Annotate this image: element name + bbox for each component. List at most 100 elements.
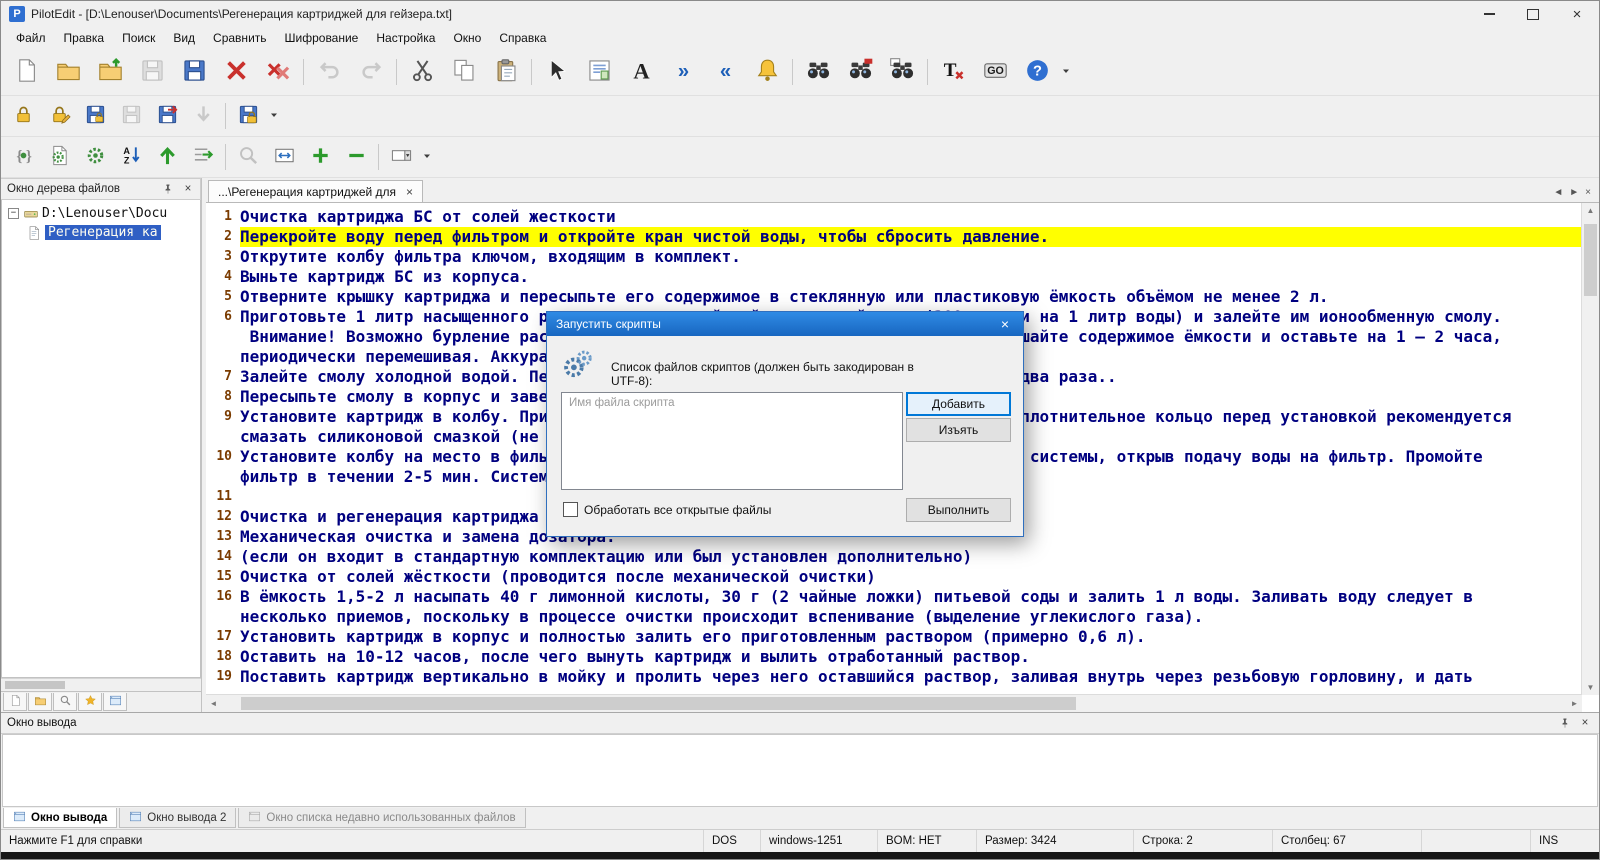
tree-item[interactable]: − D:\Lenouser\Docu bbox=[2, 204, 200, 223]
tree-tab-recent[interactable] bbox=[103, 693, 127, 711]
fit-width-button[interactable] bbox=[266, 139, 302, 175]
tree-tab-files[interactable] bbox=[3, 693, 27, 711]
combo-button[interactable] bbox=[383, 139, 419, 175]
save-button[interactable] bbox=[113, 98, 149, 134]
panel-close-icon[interactable]: × bbox=[1577, 715, 1593, 731]
menu-item-compare[interactable]: Сравнить bbox=[204, 28, 275, 48]
pin-icon[interactable] bbox=[160, 181, 176, 197]
save-export-button[interactable] bbox=[149, 98, 185, 134]
editor-line[interactable]: 17 Установить картридж в корпус и полност… bbox=[206, 627, 1582, 647]
caret-button[interactable] bbox=[419, 139, 435, 175]
pin-icon[interactable] bbox=[1557, 715, 1573, 731]
output-tab-recent-files[interactable]: Окно списка недавно использованных файло… bbox=[238, 808, 526, 828]
run-button[interactable]: Выполнить bbox=[906, 498, 1011, 522]
goto-button[interactable]: GO bbox=[974, 51, 1016, 93]
scroll-up-icon[interactable]: ▲ bbox=[1587, 203, 1595, 218]
sort-az-button[interactable]: AZ bbox=[113, 139, 149, 175]
menu-item-edit[interactable]: Правка bbox=[55, 28, 114, 48]
tree-item[interactable]: Регенерация ка bbox=[2, 223, 200, 242]
find-in-files-button[interactable] bbox=[881, 51, 923, 93]
output-tab-output2[interactable]: Окно вывода 2 bbox=[119, 808, 237, 828]
find-next-button[interactable] bbox=[839, 51, 881, 93]
tab-close-icon[interactable]: × bbox=[406, 185, 413, 199]
menu-item-encryption[interactable]: Шифрование bbox=[276, 28, 368, 48]
tree-expander-icon[interactable]: − bbox=[8, 208, 19, 219]
bell-button[interactable] bbox=[746, 51, 788, 93]
new-file-button[interactable] bbox=[5, 51, 47, 93]
close-all-button[interactable] bbox=[257, 51, 299, 93]
save-lock-button[interactable] bbox=[77, 98, 113, 134]
cut-button[interactable] bbox=[401, 51, 443, 93]
angles-left-button[interactable]: « bbox=[704, 51, 746, 93]
close-file-button[interactable] bbox=[215, 51, 257, 93]
minimize-button[interactable] bbox=[1467, 1, 1511, 27]
up-green-button[interactable] bbox=[149, 139, 185, 175]
copy-button[interactable] bbox=[443, 51, 485, 93]
zoom-button[interactable] bbox=[230, 139, 266, 175]
plus-green-button[interactable] bbox=[302, 139, 338, 175]
save-lock-big-button[interactable] bbox=[230, 98, 266, 134]
select-arrow-button[interactable] bbox=[536, 51, 578, 93]
tree-tab-folders[interactable] bbox=[28, 693, 52, 711]
editor-line[interactable]: 4 Выньте картридж БС из корпуса. bbox=[206, 267, 1582, 287]
help-button[interactable]: ? bbox=[1016, 51, 1058, 93]
editor-line[interactable]: 16 В ёмкость 1,5-2 л насыпать 40 г лимонн… bbox=[206, 587, 1582, 607]
editor-line[interactable]: 14 (если он входит в стандартную комплект… bbox=[206, 547, 1582, 567]
add-button[interactable]: Добавить bbox=[906, 392, 1011, 416]
menu-item-help[interactable]: Справка bbox=[490, 28, 555, 48]
tree-tab-search[interactable] bbox=[53, 693, 77, 711]
wrap-green-button[interactable] bbox=[185, 139, 221, 175]
tree-horizontal-scrollbar[interactable] bbox=[1, 678, 201, 691]
script-file-list[interactable]: Имя файла скрипта bbox=[561, 392, 903, 490]
panel-close-icon[interactable]: × bbox=[180, 181, 196, 197]
editor-line[interactable]: 2 Перекройте воду перед фильтром и открой… bbox=[206, 227, 1582, 247]
save-button[interactable] bbox=[131, 51, 173, 93]
caret-button[interactable] bbox=[1058, 51, 1074, 93]
tree-tab-favorites[interactable] bbox=[78, 693, 102, 711]
editor-line[interactable]: 19 Поставить картридж вертикально в мойку… bbox=[206, 667, 1582, 687]
process-all-files-checkbox[interactable] bbox=[563, 502, 578, 517]
menu-item-window[interactable]: Окно bbox=[444, 28, 490, 48]
tab-scroll-left-icon[interactable]: ◄ bbox=[1553, 187, 1563, 198]
document-tab[interactable]: ...\Регенерация картриджей для × bbox=[208, 180, 424, 202]
menu-item-search[interactable]: Поиск bbox=[113, 28, 164, 48]
close-button[interactable]: × bbox=[1555, 1, 1599, 27]
paste-button[interactable] bbox=[485, 51, 527, 93]
caret-button[interactable] bbox=[266, 98, 282, 134]
arrow-down-button[interactable] bbox=[185, 98, 221, 134]
scroll-right-icon[interactable]: ► bbox=[1567, 699, 1582, 708]
editor-line[interactable]: 18 Оставить на 10-12 часов, после чего вы… bbox=[206, 647, 1582, 667]
lock-button[interactable] bbox=[5, 98, 41, 134]
script-braces-button[interactable]: {} bbox=[5, 139, 41, 175]
save-all-button[interactable] bbox=[173, 51, 215, 93]
minus-green-button[interactable] bbox=[338, 139, 374, 175]
editor-line[interactable]: 15 Очистка от солей жёсткости (проводится… bbox=[206, 567, 1582, 587]
remove-button[interactable]: Изъять bbox=[906, 418, 1011, 442]
menu-item-settings[interactable]: Настройка bbox=[367, 28, 444, 48]
editor-line[interactable]: несколько приемов, поскольку в процессе … bbox=[206, 607, 1582, 627]
tab-scroll-right-icon[interactable]: ► bbox=[1569, 187, 1579, 198]
horizontal-scroll-thumb[interactable] bbox=[241, 697, 1076, 710]
find-button[interactable] bbox=[797, 51, 839, 93]
maximize-button[interactable] bbox=[1511, 1, 1555, 27]
folder-up-button[interactable] bbox=[89, 51, 131, 93]
replace-text-button[interactable]: T bbox=[932, 51, 974, 93]
open-folder-button[interactable] bbox=[47, 51, 89, 93]
editor-line[interactable]: 3 Открутите колбу фильтра ключом, входящи… bbox=[206, 247, 1582, 267]
menu-item-file[interactable]: Файл bbox=[7, 28, 55, 48]
scroll-left-icon[interactable]: ◄ bbox=[206, 699, 221, 708]
scroll-down-icon[interactable]: ▼ bbox=[1587, 680, 1595, 695]
lock-edit-button[interactable] bbox=[41, 98, 77, 134]
font-button[interactable]: A bbox=[620, 51, 662, 93]
horizontal-scrollbar[interactable]: ◄ ► bbox=[206, 694, 1582, 712]
dialog-close-button[interactable]: × bbox=[987, 312, 1023, 336]
redo-button[interactable] bbox=[350, 51, 392, 93]
vertical-scrollbar[interactable]: ▲ ▼ bbox=[1581, 203, 1599, 695]
undo-button[interactable] bbox=[308, 51, 350, 93]
tab-list-close-icon[interactable]: × bbox=[1585, 187, 1591, 198]
column-edit-button[interactable] bbox=[578, 51, 620, 93]
angles-right-button[interactable]: » bbox=[662, 51, 704, 93]
editor-line[interactable]: 1 Очистка картриджа БС от солей жесткости bbox=[206, 207, 1582, 227]
menu-item-view[interactable]: Вид bbox=[164, 28, 204, 48]
vertical-scroll-thumb[interactable] bbox=[1584, 224, 1597, 296]
